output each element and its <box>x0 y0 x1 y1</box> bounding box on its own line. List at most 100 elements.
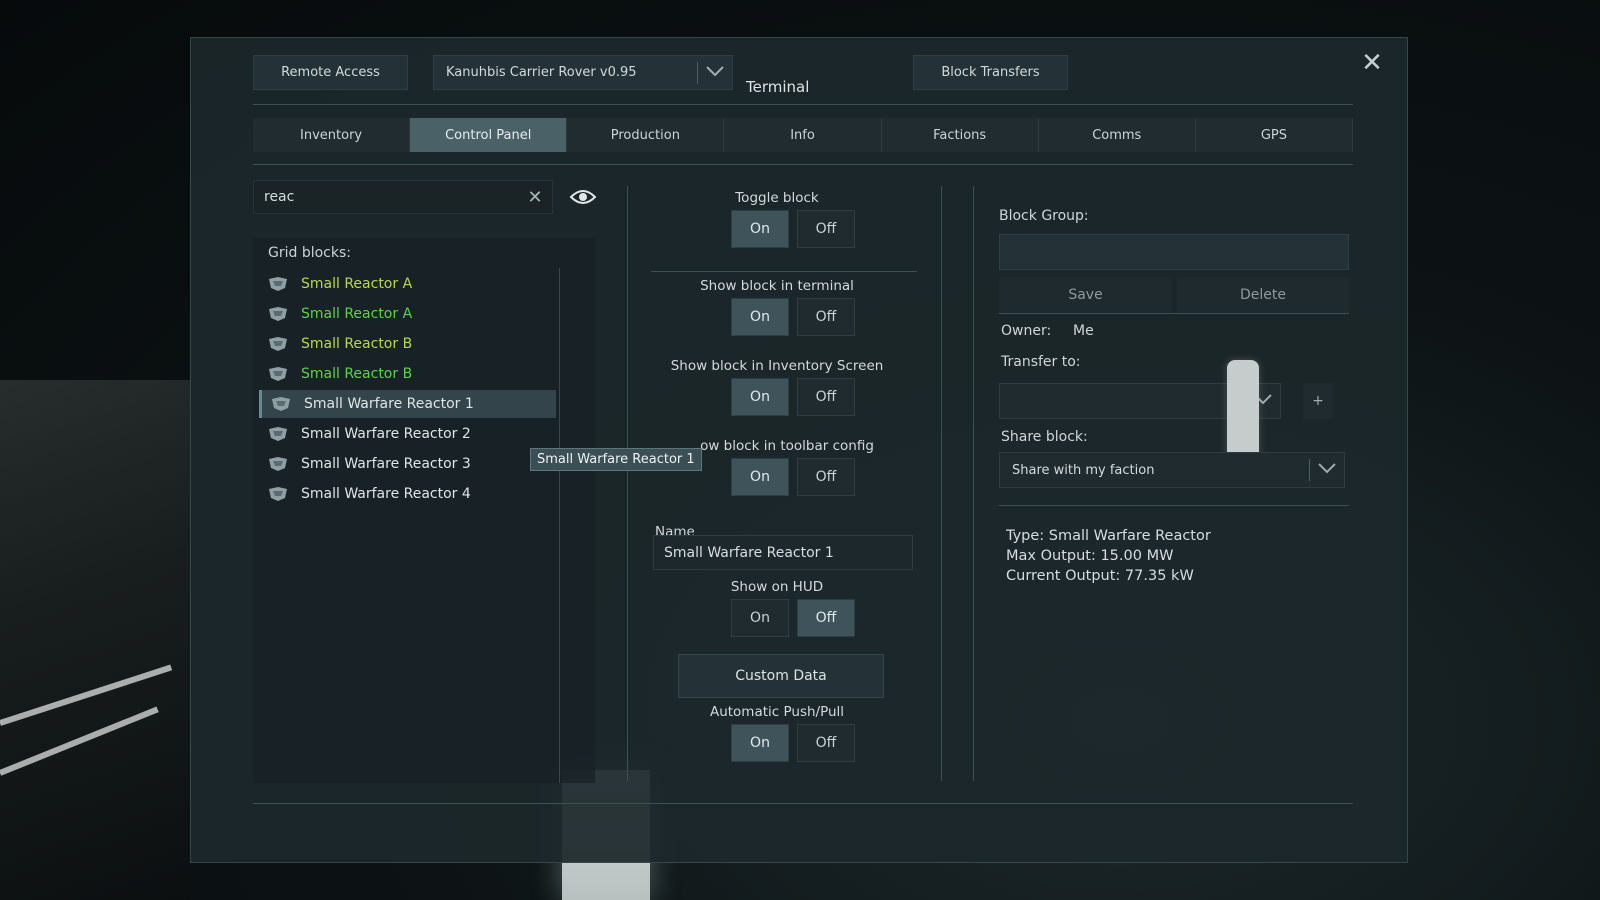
column-divider <box>627 186 628 781</box>
push-pull-label: Automatic Push/Pull <box>709 704 845 720</box>
close-icon[interactable]: ✕ <box>1359 50 1385 76</box>
share-block-select[interactable]: Share with my faction <box>999 452 1345 488</box>
show-inventory-on-button[interactable]: On <box>731 378 789 416</box>
block-transfers-button[interactable]: Block Transfers <box>913 55 1068 90</box>
tab-comms[interactable]: Comms <box>1038 118 1196 152</box>
list-item-label: Small Warfare Reactor 1 <box>304 396 474 412</box>
show-terminal-on-button[interactable]: On <box>731 298 789 336</box>
tab-control-panel[interactable]: Control Panel <box>410 118 568 152</box>
show-toolbar-switch: On Off <box>731 458 855 496</box>
show-inventory-switch: On Off <box>731 378 855 416</box>
page-title: Terminal <box>746 78 810 96</box>
section-divider <box>651 271 917 272</box>
share-block-select-value: Share with my faction <box>1012 462 1155 478</box>
header-divider <box>253 104 1353 105</box>
list-item[interactable]: Small Reactor B <box>259 330 553 358</box>
show-hud-off-button[interactable]: Off <box>797 599 855 637</box>
push-pull-switch: On Off <box>731 724 855 762</box>
tab-bar: Inventory Control Panel Production Info … <box>253 118 1353 152</box>
tab-inventory[interactable]: Inventory <box>253 118 411 152</box>
reactor-icon <box>269 487 287 501</box>
list-item-label: Small Reactor B <box>301 366 413 382</box>
tab-gps[interactable]: GPS <box>1195 118 1353 152</box>
toggle-block-label: Toggle block <box>735 190 819 206</box>
owner-label: Owner: <box>1001 323 1052 339</box>
toggle-block-switch: On Off <box>731 210 855 248</box>
show-toolbar-off-button[interactable]: Off <box>797 458 855 496</box>
show-terminal-label: Show block in terminal <box>700 278 854 294</box>
search-input-value: reac <box>264 189 295 205</box>
block-group-field[interactable] <box>999 234 1349 270</box>
block-group-label: Block Group: <box>999 208 1089 224</box>
list-item-label: Small Reactor A <box>301 276 413 292</box>
share-block-label: Share block: <box>1001 429 1088 445</box>
show-hud-label: Show on HUD <box>730 579 824 595</box>
name-field[interactable]: Small Warfare Reactor 1 <box>653 535 913 570</box>
show-inventory-off-button[interactable]: Off <box>797 378 855 416</box>
column-divider <box>941 186 942 781</box>
list-item-label: Small Warfare Reactor 4 <box>301 486 471 502</box>
owner-value: Me <box>1073 323 1094 339</box>
show-hud-on-button[interactable]: On <box>731 599 789 637</box>
show-toolbar-on-button[interactable]: On <box>731 458 789 496</box>
chevron-down-icon[interactable] <box>698 65 732 81</box>
reactor-icon <box>269 427 287 441</box>
section-divider <box>999 505 1349 506</box>
list-item-label: Small Warfare Reactor 2 <box>301 426 471 442</box>
list-item-label: Small Warfare Reactor 3 <box>301 456 471 472</box>
remote-access-button[interactable]: Remote Access <box>253 55 408 90</box>
list-item-selected[interactable]: Small Warfare Reactor 1 <box>259 390 556 418</box>
reactor-icon <box>269 457 287 471</box>
add-transfer-button[interactable]: + <box>1303 383 1333 419</box>
list-item[interactable]: Small Warfare Reactor 4 <box>259 480 553 508</box>
reactor-icon <box>269 337 287 351</box>
list-item[interactable]: Small Warfare Reactor 3 <box>259 450 553 478</box>
grid-blocks-panel: Grid blocks: Small Reactor A Small React… <box>253 238 595 783</box>
tab-production[interactable]: Production <box>567 118 725 152</box>
name-field-value: Small Warfare Reactor 1 <box>664 544 834 561</box>
clear-icon[interactable]: ✕ <box>518 187 552 208</box>
toggle-block-off-button[interactable]: Off <box>797 210 855 248</box>
list-scroll-divider <box>559 268 560 783</box>
max-output-text: Max Output: 15.00 MW <box>1006 548 1174 564</box>
toggle-block-on-button[interactable]: On <box>731 210 789 248</box>
reactor-icon <box>269 367 287 381</box>
footer-divider <box>253 803 1353 804</box>
custom-data-button[interactable]: Custom Data <box>678 654 884 698</box>
block-type-text: Type: Small Warfare Reactor <box>1006 528 1211 544</box>
eye-icon[interactable] <box>568 183 598 211</box>
show-hud-switch: On Off <box>731 599 855 637</box>
push-pull-off-button[interactable]: Off <box>797 724 855 762</box>
reactor-icon <box>269 277 287 291</box>
list-item[interactable]: Small Reactor A <box>259 270 553 298</box>
grid-select-value: Kanuhbis Carrier Rover v0.95 <box>446 65 637 80</box>
search-input[interactable]: reac ✕ <box>253 180 553 214</box>
reactor-icon <box>269 307 287 321</box>
grid-select[interactable]: Kanuhbis Carrier Rover v0.95 <box>433 55 733 90</box>
delete-button[interactable]: Delete <box>1177 277 1349 313</box>
list-item-label: Small Reactor B <box>301 336 413 352</box>
scroll-handle[interactable] <box>1227 360 1259 463</box>
chevron-down-icon[interactable] <box>1310 462 1344 478</box>
show-inventory-label: Show block in Inventory Screen <box>670 358 884 374</box>
current-output-text: Current Output: 77.35 kW <box>1006 568 1194 584</box>
list-item[interactable]: Small Reactor B <box>259 360 553 388</box>
tooltip: Small Warfare Reactor 1 <box>530 448 702 471</box>
reactor-icon <box>272 397 290 411</box>
grid-blocks-title: Grid blocks: <box>268 245 351 261</box>
list-item-label: Small Reactor A <box>301 306 413 322</box>
tabs-divider <box>253 164 1353 165</box>
list-item[interactable]: Small Warfare Reactor 2 <box>259 420 553 448</box>
terminal-window: ✕ Remote Access Kanuhbis Carrier Rover v… <box>190 37 1408 863</box>
show-terminal-switch: On Off <box>731 298 855 336</box>
column-divider <box>973 186 974 781</box>
list-item[interactable]: Small Reactor A <box>259 300 553 328</box>
section-divider <box>999 313 1349 314</box>
show-terminal-off-button[interactable]: Off <box>797 298 855 336</box>
tab-info[interactable]: Info <box>724 118 882 152</box>
push-pull-on-button[interactable]: On <box>731 724 789 762</box>
save-button[interactable]: Save <box>999 277 1172 313</box>
transfer-label: Transfer to: <box>1001 354 1081 370</box>
background-structure <box>0 380 190 900</box>
tab-factions[interactable]: Factions <box>881 118 1039 152</box>
